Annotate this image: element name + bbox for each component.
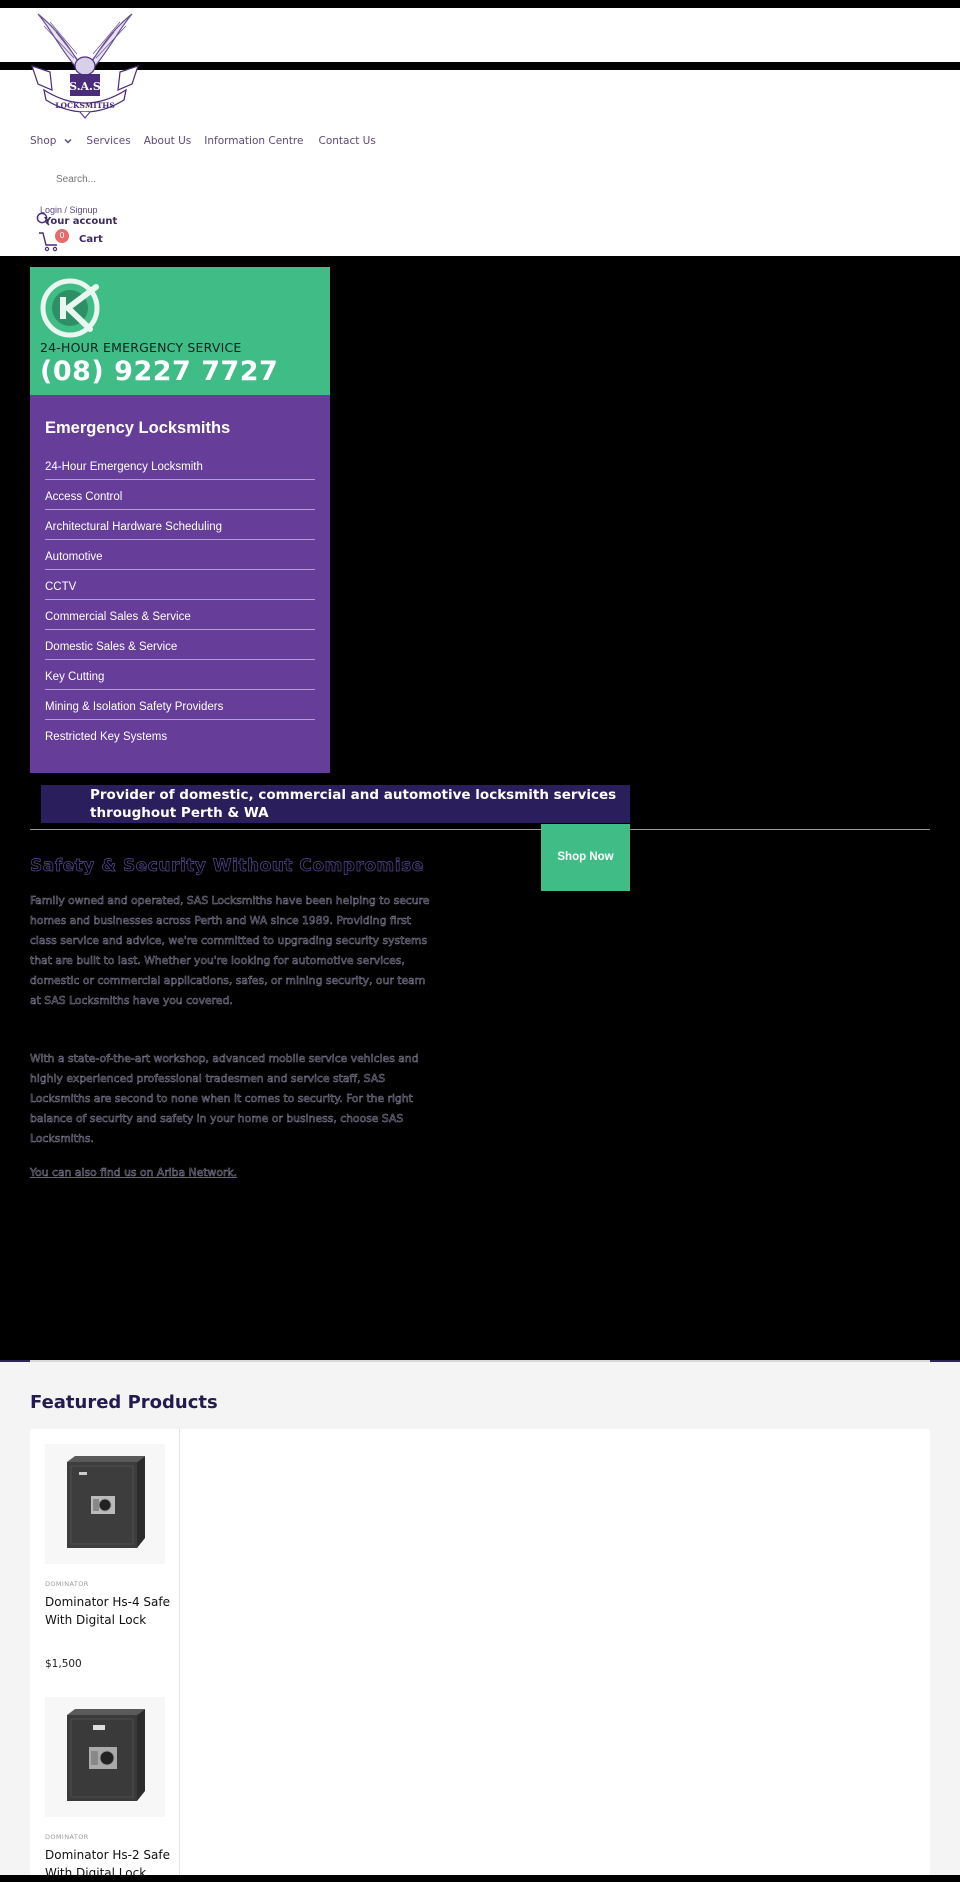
product-brand: DOMINATOR (45, 1580, 89, 1588)
logo-text-sas: S.A.S (69, 80, 101, 93)
main-nav: Shop Services About Us Information Centr… (30, 135, 389, 147)
key-lock-icon (40, 278, 100, 338)
service-link[interactable]: Access Control (45, 480, 315, 510)
nav-item-shop[interactable]: Shop (30, 135, 72, 147)
cart-link[interactable]: Cart (79, 234, 103, 245)
intro-paragraph: Family owned and operated, SAS Locksmith… (30, 894, 430, 1008)
eagle-wings-icon (37, 13, 133, 76)
product-column: DOMINATOR Dominator Hs-4 Safe With Digit… (30, 1429, 180, 1880)
service-link[interactable]: Commercial Sales & Service (45, 600, 315, 630)
services-list: 24-Hour Emergency Locksmith Access Contr… (45, 450, 315, 750)
services-panel: Emergency Locksmiths 24-Hour Emergency L… (30, 395, 330, 773)
section-edge (930, 1360, 960, 1362)
site-header: S.A.S LOCKSMITHS Shop Services About Us … (0, 8, 960, 256)
product-name[interactable]: Dominator Hs-2 Safe With Digital Lock (45, 1846, 170, 1882)
hero-tagline: Provider of domestic, commercial and aut… (41, 785, 630, 823)
top-bar (0, 0, 960, 8)
safe-image[interactable] (45, 1697, 165, 1817)
logo-text-locksmiths: LOCKSMITHS (55, 101, 115, 110)
safe-image[interactable] (45, 1444, 165, 1564)
intro-title: Safety & Security Without Compromise (30, 856, 424, 877)
emergency-label: 24-HOUR EMERGENCY SERVICE (40, 340, 242, 355)
emergency-service-panel: 24-HOUR EMERGENCY SERVICE (08) 9227 7727 (30, 267, 330, 395)
nav-item-contact-us[interactable]: Contact Us (318, 135, 375, 147)
nav-item-about-us[interactable]: About Us (144, 135, 192, 147)
ariba-network-link[interactable]: You can also find us on Ariba Network. (30, 1166, 238, 1180)
cart-count-badge: 0 (55, 229, 69, 243)
service-link[interactable]: Restricted Key Systems (45, 720, 315, 750)
service-link[interactable]: Domestic Sales & Service (45, 630, 315, 660)
service-link[interactable]: Architectural Hardware Scheduling (45, 510, 315, 540)
section-edge (0, 1360, 30, 1362)
header-divider (0, 62, 960, 70)
emergency-phone-link[interactable]: (08) 9227 7727 (40, 356, 278, 387)
search-input[interactable] (56, 174, 176, 185)
service-link[interactable]: Mining & Isolation Safety Providers (45, 690, 315, 720)
section-divider (30, 1360, 930, 1362)
shop-now-button[interactable]: Shop Now (541, 824, 630, 891)
product-price: $1,500 (45, 1658, 82, 1670)
product-name[interactable]: Dominator Hs-4 Safe With Digital Lock (45, 1593, 170, 1629)
nav-item-services[interactable]: Services (86, 135, 130, 147)
nav-label: Shop (30, 135, 57, 147)
chevron-down-icon (64, 138, 72, 144)
nav-item-information-centre[interactable]: Information Centre (204, 135, 303, 147)
intro-paragraph: With a state-of-the-art workshop, advanc… (30, 1052, 419, 1146)
featured-products-title: Featured Products (30, 1392, 218, 1413)
section-divider (30, 829, 930, 830)
service-link[interactable]: CCTV (45, 570, 315, 600)
service-link[interactable]: Automotive (45, 540, 315, 570)
sas-locksmiths-logo[interactable]: S.A.S LOCKSMITHS (30, 8, 140, 120)
product-brand: DOMINATOR (45, 1833, 89, 1841)
your-account-link[interactable]: Your account (44, 216, 117, 227)
service-link[interactable]: 24-Hour Emergency Locksmith (45, 450, 315, 480)
services-title: Emergency Locksmiths (45, 419, 231, 437)
service-link[interactable]: Key Cutting (45, 660, 315, 690)
